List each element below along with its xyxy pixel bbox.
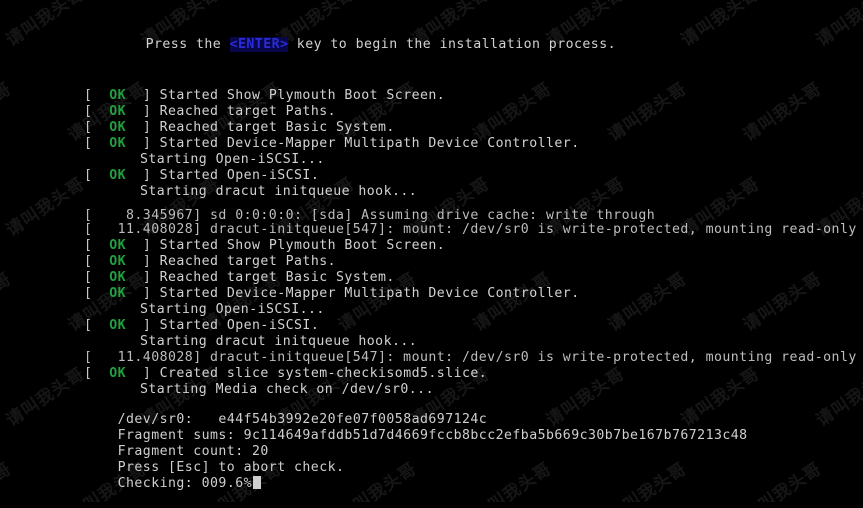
status-bracket-close: ] xyxy=(126,168,160,183)
status-message: Reached target Basic System. xyxy=(159,270,395,285)
boot-status-line: [ OK ] Reached target Paths. xyxy=(0,254,863,270)
status-message: Started Show Plymouth Boot Screen. xyxy=(159,88,446,103)
status-bracket-close: ] xyxy=(126,366,160,381)
status-ok-badge: OK xyxy=(109,254,127,269)
status-message: Reached target Paths. xyxy=(159,254,337,269)
boot-starting-line: Starting dracut initqueue hook... xyxy=(0,334,863,350)
status-message: Started Show Plymouth Boot Screen. xyxy=(159,238,446,253)
status-message: Reached target Basic System. xyxy=(159,120,395,135)
status-ok-badge: OK xyxy=(109,366,127,381)
status-bracket-open: [ xyxy=(84,366,110,381)
starting-message: Starting dracut initqueue hook... xyxy=(140,184,418,199)
mediacheck-fragment-sums-line: Fragment sums: 9c114649afddb51d7d4669fcc… xyxy=(0,412,863,443)
status-ok-badge: OK xyxy=(109,136,127,151)
status-ok-badge: OK xyxy=(109,120,127,135)
boot-status-line: [ OK ] Started Open-iSCSI. xyxy=(0,318,863,334)
status-bracket-close: ] xyxy=(126,104,160,119)
checking-progress-line: Checking: 009.6% xyxy=(0,460,863,491)
checking-label: Checking: xyxy=(117,476,194,491)
status-bracket-open: [ xyxy=(84,104,110,119)
status-message: Started Open-iSCSI. xyxy=(159,168,320,183)
checking-percent: 009.6% xyxy=(201,476,253,491)
boot-status-line: [ OK ] Reached target Paths. xyxy=(0,104,863,120)
status-ok-badge: OK xyxy=(109,286,127,301)
status-message: Reached target Paths. xyxy=(159,104,337,119)
prompt-prefix: Press the xyxy=(145,37,230,52)
boot-status-line: [ OK ] Started Device-Mapper Multipath D… xyxy=(0,286,863,302)
status-bracket-open: [ xyxy=(84,238,110,253)
status-bracket-open: [ xyxy=(84,88,110,103)
status-ok-badge: OK xyxy=(109,318,127,333)
status-bracket-open: [ xyxy=(84,168,110,183)
status-bracket-close: ] xyxy=(126,120,160,135)
boot-status-line: [ OK ] Reached target Basic System. xyxy=(0,120,863,136)
starting-message: Starting dracut initqueue hook... xyxy=(140,334,418,349)
boot-status-line: [ OK ] Started Show Plymouth Boot Screen… xyxy=(0,88,863,104)
kernel-message: [ 11.408028] dracut-initqueue[547]: moun… xyxy=(84,222,857,237)
status-bracket-open: [ xyxy=(84,318,110,333)
boot-starting-line: Starting Open-iSCSI... xyxy=(0,302,863,318)
status-ok-badge: OK xyxy=(109,88,127,103)
kernel-message-line: [ 11.408028] dracut-initqueue[547]: moun… xyxy=(0,350,863,366)
status-bracket-close: ] xyxy=(126,286,160,301)
starting-message: Starting Open-iSCSI... xyxy=(140,302,325,317)
status-bracket-close: ] xyxy=(126,254,160,269)
status-bracket-close: ] xyxy=(126,136,160,151)
status-ok-badge: OK xyxy=(109,168,127,183)
starting-message: Starting Media check on /dev/sr0... xyxy=(140,382,434,397)
boot-status-line: [ OK ] Created slice system-checkisomd5.… xyxy=(0,366,863,382)
mediacheck-fragment-count-line: Fragment count: 20 xyxy=(0,428,863,459)
status-message: Created slice system-checkisomd5.slice. xyxy=(159,366,488,381)
status-bracket-open: [ xyxy=(84,270,110,285)
status-bracket-close: ] xyxy=(126,270,160,285)
boot-console: Press the <ENTER> key to begin the insta… xyxy=(0,0,863,502)
status-message: Started Device-Mapper Multipath Device C… xyxy=(159,136,580,151)
abort-check-hint: Press [Esc] to abort check. xyxy=(0,444,863,475)
status-bracket-close: ] xyxy=(126,238,160,253)
boot-starting-line: Starting dracut initqueue hook... xyxy=(0,184,863,200)
status-bracket-open: [ xyxy=(84,254,110,269)
boot-status-line: [ OK ] Reached target Basic System. xyxy=(0,270,863,286)
status-ok-badge: OK xyxy=(109,104,127,119)
installation-prompt: Press the <ENTER> key to begin the insta… xyxy=(0,21,863,52)
starting-message: Starting Open-iSCSI... xyxy=(140,152,325,167)
status-ok-badge: OK xyxy=(109,270,127,285)
status-bracket-open: [ xyxy=(84,120,110,135)
mediacheck-device-line: /dev/sr0: e44f54b3992e20fe07f0058ad69712… xyxy=(0,396,863,427)
status-bracket-open: [ xyxy=(84,286,110,301)
status-bracket-close: ] xyxy=(126,318,160,333)
status-bracket-close: ] xyxy=(126,88,160,103)
status-ok-badge: OK xyxy=(109,238,127,253)
prompt-suffix: key to begin the installation process. xyxy=(288,37,616,52)
status-bracket-open: [ xyxy=(84,136,110,151)
boot-starting-line: Starting Open-iSCSI... xyxy=(0,152,863,168)
kernel-message: [ 8.345967] sd 0:0:0:0: [sda] Assuming d… xyxy=(84,208,656,223)
status-message: Started Device-Mapper Multipath Device C… xyxy=(159,286,580,301)
terminal-cursor xyxy=(253,476,262,489)
kernel-message-line: [ 11.408028] dracut-initqueue[547]: moun… xyxy=(0,222,863,238)
enter-key-label[interactable]: <ENTER> xyxy=(229,37,289,52)
kernel-message: [ 11.408028] dracut-initqueue[547]: moun… xyxy=(84,350,857,365)
boot-status-line: [ OK ] Started Device-Mapper Multipath D… xyxy=(0,136,863,152)
boot-status-line: [ OK ] Started Open-iSCSI. xyxy=(0,168,863,184)
boot-status-line: [ OK ] Started Show Plymouth Boot Screen… xyxy=(0,238,863,254)
status-message: Started Open-iSCSI. xyxy=(159,318,320,333)
